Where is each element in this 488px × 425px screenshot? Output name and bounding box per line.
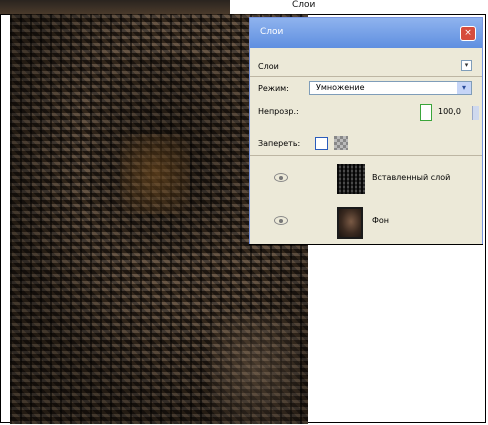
mode-select[interactable]: Умножение ▾ (309, 81, 472, 95)
divider (250, 76, 482, 77)
top-bar: Слои (0, 0, 486, 15)
opacity-spin-button[interactable] (472, 106, 479, 120)
layer-thumbnail (337, 164, 365, 194)
mode-label: Режим: (258, 84, 289, 93)
layer-name: Вставленный слой (372, 173, 451, 182)
mode-select-value: Умножение (316, 83, 365, 92)
lock-alpha-icon[interactable] (334, 136, 348, 150)
layer-name: Фон (372, 216, 390, 225)
layers-dialog-titlebar[interactable]: Слои × (250, 18, 482, 48)
layer-thumbnail (337, 207, 363, 239)
canvas-light-patch (210, 314, 300, 424)
layer-row-background[interactable]: Фон (250, 200, 482, 244)
dialog-title: Слои (260, 27, 284, 37)
opacity-slider[interactable] (420, 104, 432, 121)
opacity-label: Непрозр.: (258, 107, 299, 116)
background-window-title: Слои (292, 0, 316, 10)
layers-dialog: Слои × Слои ▾ Режим: Умножение ▾ Непрозр… (249, 17, 483, 245)
layer-row-pasted[interactable]: Вставленный слой (250, 157, 482, 201)
close-button[interactable]: × (460, 26, 476, 41)
layers-header-label: Слои (258, 62, 279, 71)
divider (250, 155, 482, 156)
lock-label: Запереть: (258, 139, 301, 148)
canvas-warm-patch (120, 134, 190, 214)
dialog-bottom-edge (249, 244, 483, 245)
tab-menu-button[interactable]: ▾ (461, 60, 472, 71)
eye-icon[interactable] (274, 173, 288, 182)
opacity-value[interactable]: 100,0 (438, 107, 461, 116)
chevron-down-icon[interactable]: ▾ (457, 82, 471, 94)
lock-pixels-checkbox[interactable] (315, 137, 328, 150)
top-bar-dark-strip (0, 0, 230, 14)
eye-icon[interactable] (274, 216, 288, 225)
